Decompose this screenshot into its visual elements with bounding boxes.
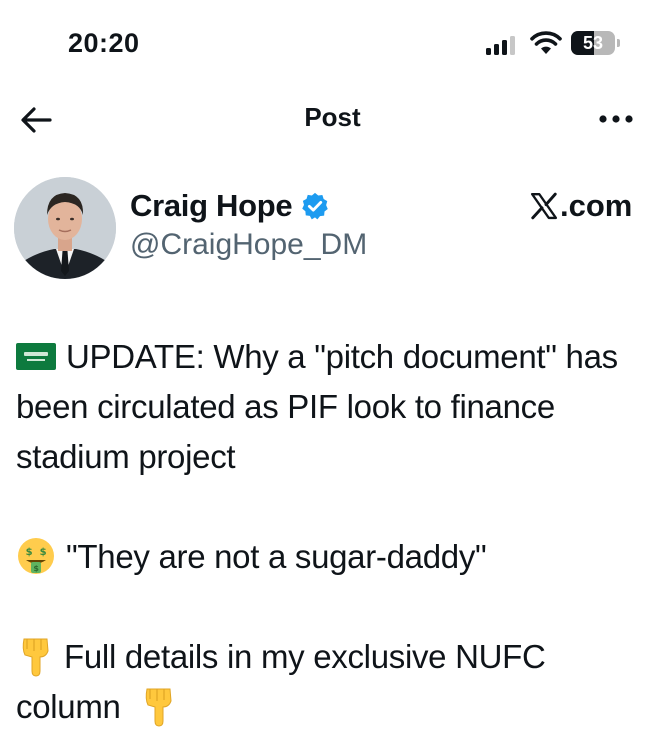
- wifi-icon: [530, 31, 562, 54]
- money-mouth-face-icon: $ $ $: [18, 538, 54, 575]
- post-line-update: UPDATE: Why a "pitch document" has been …: [16, 332, 656, 482]
- post-line-quote: $ $ $ "They are not a sugar-daddy": [16, 532, 656, 582]
- post-line-text: "They are not a sugar-daddy": [66, 538, 487, 575]
- backhand-index-pointing-down-icon: [22, 638, 49, 677]
- avatar[interactable]: [14, 177, 116, 279]
- post-line-details: Full details in my exclusive NUFC column: [16, 632, 656, 732]
- backhand-index-pointing-down-icon: [145, 688, 172, 727]
- cellular-signal-icon: [486, 35, 518, 55]
- svg-text:$: $: [26, 547, 33, 558]
- svg-text:$: $: [33, 564, 39, 573]
- author-display-name[interactable]: Craig Hope: [130, 188, 293, 224]
- x-com-watermark: .com: [529, 188, 632, 224]
- verified-badge-icon: [302, 192, 329, 220]
- svg-text:$: $: [40, 547, 47, 558]
- post-line-text: UPDATE: Why a "pitch document" has been …: [16, 338, 618, 475]
- saudi-flag-icon: [16, 342, 56, 370]
- battery-icon: 53: [571, 31, 620, 55]
- status-bar: 20:20 53: [0, 0, 665, 90]
- author-handle[interactable]: @CraigHope_DM: [130, 228, 367, 262]
- post-text: UPDATE: Why a "pitch document" has been …: [16, 332, 656, 732]
- post-line-text: Full details in my exclusive NUFC column: [16, 638, 546, 725]
- x-com-label: .com: [560, 188, 633, 223]
- page-title: Post: [304, 102, 361, 132]
- x-logo-icon: [530, 192, 558, 220]
- author-name-row[interactable]: Craig Hope: [130, 186, 330, 226]
- post-header: Post: [0, 90, 665, 148]
- battery-percent: 53: [582, 33, 604, 53]
- status-time: 20:20: [68, 28, 140, 58]
- more-options-icon[interactable]: [596, 104, 636, 134]
